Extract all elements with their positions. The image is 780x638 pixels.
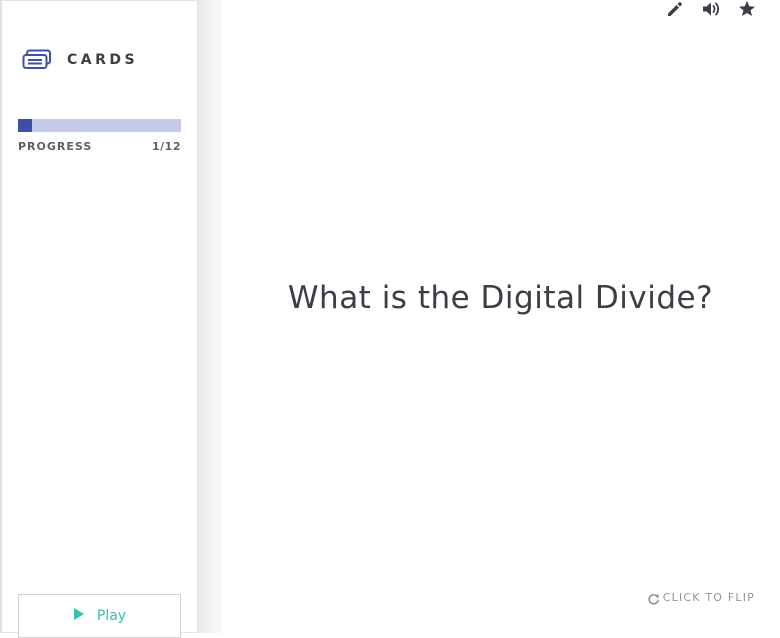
progress-label: PROGRESS <box>18 140 93 153</box>
brand: CARDS <box>22 49 138 71</box>
pencil-icon <box>665 0 685 23</box>
audio-button[interactable] <box>700 0 722 22</box>
play-label: Play <box>96 608 127 624</box>
sidebar-divider <box>198 0 221 633</box>
star-icon <box>737 0 757 23</box>
progress: PROGRESS 1/12 <box>18 119 181 153</box>
progress-fill <box>18 119 32 132</box>
card-question[interactable]: What is the Digital Divide? <box>221 280 780 316</box>
play-button[interactable]: Play <box>18 594 181 638</box>
flip-card-button[interactable]: CLICK TO FLIP <box>647 591 755 605</box>
card-toolbar <box>664 0 758 22</box>
speaker-icon <box>701 0 721 23</box>
flip-label: CLICK TO FLIP <box>662 591 755 604</box>
refresh-icon <box>647 591 660 605</box>
play-icon <box>73 606 85 620</box>
progress-track <box>18 119 181 132</box>
favorite-button[interactable] <box>736 0 758 22</box>
sidebar: CARDS PROGRESS 1/12 Play <box>2 0 198 638</box>
progress-count: 1/12 <box>152 140 181 153</box>
brand-title: CARDS <box>67 52 139 68</box>
edit-button[interactable] <box>664 0 686 22</box>
progress-meta: PROGRESS 1/12 <box>18 140 181 153</box>
cards-icon <box>22 49 52 71</box>
